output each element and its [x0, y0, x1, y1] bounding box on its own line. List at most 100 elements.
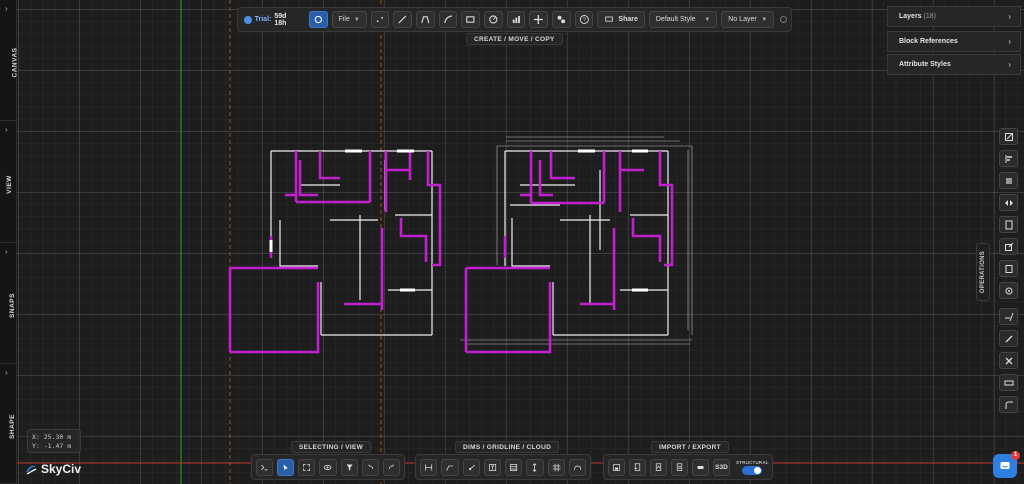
chevron-right-icon: › [1008, 60, 1011, 69]
side-tab-canvas[interactable]: › CANVAS [0, 0, 18, 121]
s3d-button[interactable]: S3D [713, 458, 730, 476]
export-file-button[interactable] [671, 458, 688, 476]
command-line-button[interactable] [256, 458, 274, 476]
target-tool-button[interactable] [999, 282, 1018, 299]
sync-button[interactable] [309, 11, 328, 28]
drawing-canvas[interactable] [0, 0, 1024, 484]
select-tool-button[interactable] [277, 458, 295, 476]
trial-remaining: 59d 18h [274, 12, 287, 27]
undo-button[interactable] [361, 458, 379, 476]
style-select[interactable]: Default Style ▼ [648, 11, 718, 28]
import-export-label: IMPORT / EXPORT [651, 441, 729, 453]
gridline-icon [552, 463, 560, 471]
import-dwg-button[interactable] [629, 458, 646, 476]
brand-name: SkyCiv [41, 462, 82, 476]
line-tool-button[interactable] [393, 11, 412, 28]
layers-panel-header[interactable]: Layers (18) › [887, 6, 1021, 27]
save-button[interactable] [608, 458, 625, 476]
side-tab-snaps[interactable]: › SNAPS [0, 243, 17, 364]
chevron-down-icon: ▼ [704, 16, 711, 23]
align-tool-button[interactable] [999, 150, 1018, 167]
frame-tool-button[interactable] [999, 260, 1018, 277]
trial-label: Trial: [254, 16, 272, 23]
expand-icon [303, 463, 311, 471]
distribute-tool-button[interactable] [999, 172, 1018, 189]
fillet-tool-button[interactable] [999, 396, 1018, 413]
operations-tab[interactable]: OPERATIONS [976, 243, 990, 301]
dims-gridline-cloud-label: DIMS / GRIDLINE / CLOUD [455, 441, 560, 453]
leader-button[interactable] [441, 458, 459, 476]
vertical-dim-button[interactable] [526, 458, 544, 476]
export-model-button[interactable] [692, 458, 709, 476]
structural-label: STRUCTURAL [736, 459, 769, 465]
structural-toggle[interactable] [742, 465, 763, 475]
text-button[interactable] [483, 458, 501, 476]
attribute-styles-header[interactable]: Attribute Styles › [887, 54, 1021, 75]
share-button[interactable]: Share [597, 11, 645, 28]
offset-tool-button[interactable] [999, 374, 1018, 391]
layers-label: Layers [899, 13, 922, 20]
delete-tool-button[interactable] [999, 352, 1018, 369]
chart-tool-button[interactable] [506, 11, 526, 28]
side-tab-view[interactable]: › VIEW [0, 121, 17, 243]
rectangle-tool-button[interactable] [461, 11, 480, 28]
floor-plan-right [460, 136, 693, 354]
gridline-button[interactable] [547, 458, 565, 476]
annotate-button[interactable] [462, 458, 480, 476]
block-references-label: Block References [899, 38, 958, 45]
help-button[interactable]: ? [574, 11, 594, 28]
arc-tool-button[interactable] [438, 11, 458, 28]
chevron-right-icon: › [1008, 12, 1011, 21]
operations-label: OPERATIONS [980, 250, 986, 294]
export-tool-button[interactable] [999, 238, 1018, 255]
create-move-copy-label: CREATE / MOVE / COPY [466, 33, 563, 45]
document-tool-button[interactable] [999, 216, 1018, 233]
zoom-extents-button[interactable] [298, 458, 316, 476]
trim-tool-button[interactable] [999, 308, 1018, 325]
extend-tool-button[interactable] [999, 330, 1018, 347]
dimension-button[interactable] [420, 458, 438, 476]
offset-icon [1004, 380, 1013, 385]
rectangle-icon [466, 16, 475, 23]
cloud-button[interactable] [568, 458, 586, 476]
frame-icon [1005, 264, 1012, 273]
chat-icon [1000, 462, 1010, 469]
circle-tool-button[interactable] [483, 11, 503, 28]
chevron-down-icon: ▼ [761, 16, 768, 23]
table-button[interactable] [505, 458, 523, 476]
layer-select[interactable]: No Layer ▼ [721, 11, 775, 28]
coord-x: X: 25.30 m [32, 433, 72, 441]
visibility-button[interactable] [319, 458, 337, 476]
import-export-toolbar: S3D STRUCTURAL [603, 454, 773, 480]
chat-button[interactable]: 1 [993, 451, 1020, 478]
copy-tool-button[interactable] [552, 11, 571, 28]
chevron-right-icon: › [1008, 37, 1011, 46]
export-pdf-button[interactable] [650, 458, 667, 476]
side-tab-shape[interactable]: › SHAPE [0, 364, 17, 484]
mirror-tool-button[interactable] [999, 194, 1018, 211]
model-icon [697, 465, 704, 469]
sync-icon [314, 15, 323, 24]
save-icon [613, 463, 620, 471]
move-tool-button[interactable] [529, 11, 549, 28]
edit-tool-button[interactable] [999, 128, 1018, 145]
point-tool-button[interactable] [370, 11, 390, 28]
style-select-value: Default Style [655, 16, 696, 23]
fillet-icon [1005, 401, 1013, 409]
selecting-view-label: SELECTING / VIEW [291, 441, 372, 453]
structural-toggle-wrap: STRUCTURAL [736, 460, 769, 475]
undo-icon [368, 463, 373, 469]
coord-y: Y: -1.47 m [32, 442, 72, 450]
redo-button[interactable] [382, 458, 400, 476]
target-icon [1005, 287, 1012, 294]
layers-count: (18) [923, 13, 936, 20]
side-tab-shape-label: SHAPE [8, 413, 16, 439]
block-references-header[interactable]: Block References › [887, 31, 1021, 52]
filter-button[interactable] [340, 458, 358, 476]
polyline-tool-button[interactable] [415, 11, 435, 28]
floor-plan-drawing[interactable] [0, 0, 1024, 484]
floor-plan-left [228, 149, 442, 354]
file-menu-button[interactable]: File ▼ [331, 11, 367, 28]
pdf-icon [655, 462, 662, 471]
trial-indicator[interactable]: Trial: 59d 18h [242, 13, 305, 27]
